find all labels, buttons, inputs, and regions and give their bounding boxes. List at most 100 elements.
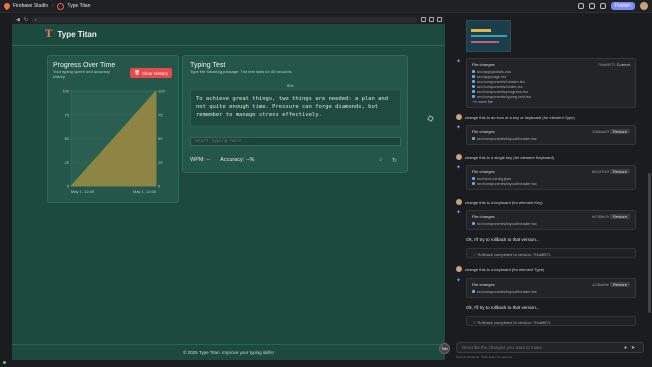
project-name[interactable]: Type Titan [67,3,90,9]
file-icon [472,90,475,93]
app-title: Type Titan [57,30,97,39]
file-icon [472,80,475,83]
file-icon [472,137,475,140]
open-external-icon[interactable] [437,17,442,22]
input-hint: Submit with Enter. Shift+Enter for new l… [456,355,513,359]
firebase-logo-icon [2,1,12,11]
restore-button[interactable]: Restore [609,282,630,287]
user-message: change this to an icon of a key or keybo… [456,114,575,120]
mic-icon[interactable]: ● [624,345,627,351]
user-message: change this to a keyboard (for element T… [456,266,544,272]
reset-icon[interactable]: ↻ [392,157,397,164]
file-icon [472,85,475,88]
file-changes-box: File changes 7f4a8f571 Current src/app/g… [466,58,636,108]
user-avatar [456,154,462,160]
user-message: change this to a keyboard (for element K… [456,199,543,205]
device-icon[interactable] [421,17,426,22]
project-icon [57,2,65,10]
file-icon [472,70,475,73]
y-tick-right: 25 [158,160,163,165]
top-bar: Firebase Studio / Type Titan Publish [0,0,652,13]
file-changes-title: File changes [472,129,495,134]
progress-subtitle: Your typing speed and accuracy history. [53,69,110,79]
tab-avatar[interactable]: Tab [439,343,450,354]
restore-button[interactable]: Restore [609,214,630,219]
restore-button[interactable]: Restore [609,129,630,134]
share-icon[interactable] [588,3,595,9]
version-hash: 862d7b0f [592,169,609,174]
sound-icon[interactable]: ♪ [379,157,382,164]
typing-card: Typing Test Type the following passage. … [182,55,408,173]
scrollbar[interactable] [648,173,651,313]
screenshot-thumbnail[interactable] [466,20,511,52]
timer: 60s [287,83,294,88]
file-changes-box: File changes bf780b29 Restore src/compon… [466,210,636,230]
clear-history-label: Clear History [141,70,168,76]
brand[interactable]: Firebase Studio [2,1,49,11]
gemini-icon: ✦ [456,125,462,131]
more-files-link[interactable]: +4 more file [472,99,630,104]
file-changes-title: File changes [472,214,495,219]
version-hash: bf780b29 [592,214,609,219]
file-changes-title: File changes [472,62,495,67]
file-icon [472,95,475,98]
version-hash: 33bbaa2f [592,129,609,134]
y-tick-right: 0 [158,184,161,189]
chat-input[interactable] [456,342,644,353]
file-icon [472,290,475,293]
chat-panel: ✦ File changes 7f4a8f571 Current src/app… [450,13,652,367]
publish-button[interactable]: Publish [610,2,635,10]
version-hash: 7f4a8f571 [597,62,616,67]
file-changes-title: File changes [472,282,495,287]
refresh-icon[interactable]: ↻ [24,17,28,23]
passage-text: To achieve great things, two things are … [190,89,401,127]
url-input[interactable]: / [32,16,417,23]
file-entry[interactable]: src/components/layout/header.tsx [472,181,630,186]
restore-button[interactable]: Restore [609,169,630,174]
typing-input[interactable] [190,137,401,146]
file-changes-box: File changes 33bbaa2f Restore src/compon… [466,125,636,145]
thumb-bar [471,41,499,43]
app-footer: © 2025 Type Titan. Improve your typing s… [12,344,445,360]
link-icon[interactable] [429,17,434,22]
wpm-stat: WPM: -- [190,157,211,163]
code-icon[interactable] [599,3,606,9]
clear-history-button[interactable]: 🗑 Clear History [130,68,172,78]
progress-card: Progress Over Time Your typing speed and… [47,55,179,203]
y-tick-left: 75 [65,112,70,117]
file-entry[interactable]: src/components/layout/header.tsx [472,289,630,294]
user-avatar [456,266,462,272]
file-entry[interactable]: src/components/layout/header.tsx [472,136,630,141]
assistant-reply: Ok, I'll try to rollback to that version… [466,237,540,242]
file-changes-box: File changes 862d7b0f Restore src/next.c… [466,165,636,190]
typing-title: Typing Test [190,62,226,69]
progress-chart: 10075502501007550250May 1, 12:49 May 1, 1… [62,89,165,195]
rollback-status: ✓ Rollback completed to version: 7f4a8f5… [466,316,636,326]
x-tick-label: May 1, 12:49 [71,189,95,194]
gemini-icon: ✦ [456,278,462,284]
user-avatar[interactable] [640,2,648,10]
y-tick-right: 50 [158,136,163,141]
rollback-status: ✓ Rollback completed to version: 7f4a8f5… [466,248,636,258]
file-icon [472,75,475,78]
gemini-icon: ✦ [456,210,462,216]
file-icon [472,222,475,225]
y-tick-right: 75 [158,112,163,117]
file-icon [472,182,475,185]
app-name: Firebase Studio [13,3,49,9]
user-avatar [456,114,462,120]
browser-bar: ◀ ↻ / [12,15,445,24]
back-icon[interactable]: ◀ [16,17,20,23]
gemini-icon: ✦ [456,59,462,65]
help-icon[interactable] [577,3,584,9]
thumb-bar [471,35,507,37]
typing-subtitle: Type the following passage. The test las… [190,69,293,74]
send-icon[interactable]: ➤ [631,345,635,351]
file-changes-box: File changes 423bd9fe Restore src/compon… [466,278,636,298]
trash-icon: 🗑 [134,70,140,75]
status-indicator [3,361,6,364]
assistant-reply: Ok, I'll try to rollback to that version… [466,305,540,310]
accuracy-stat: Accuracy: --% [220,157,255,163]
file-entry[interactable]: src/components/layout/header.tsx [472,221,630,226]
y-tick-left: 100 [62,89,69,94]
